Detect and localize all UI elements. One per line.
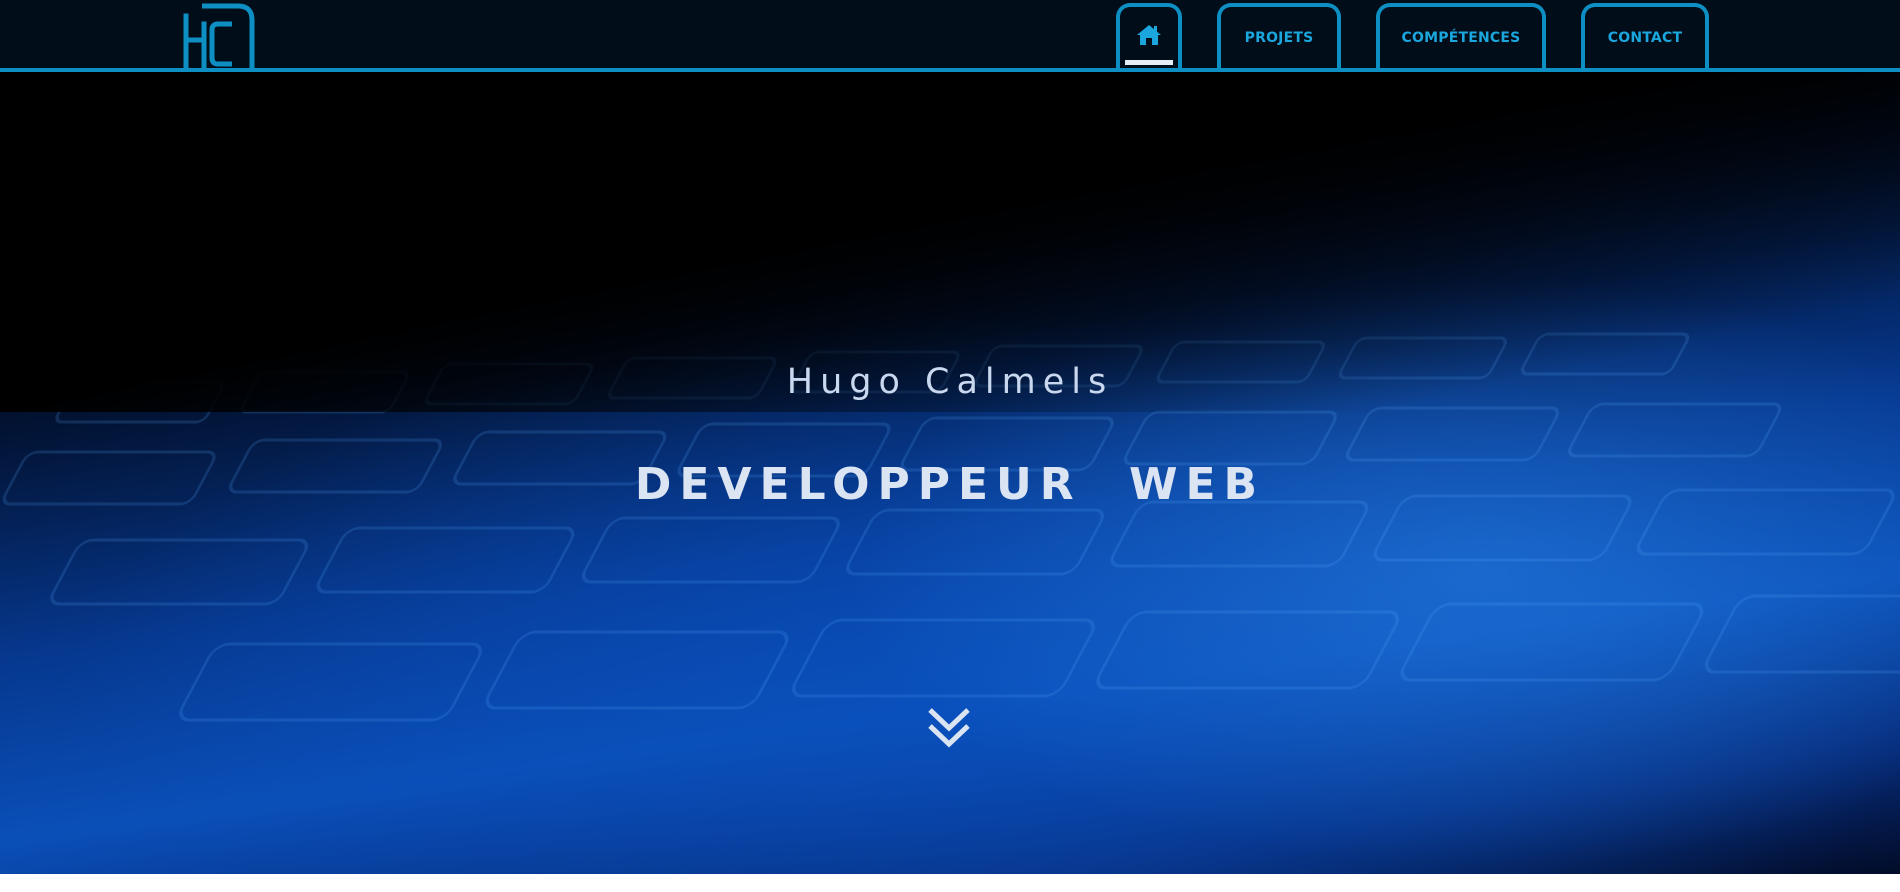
hero-title: DEVELOPPEUR WEB bbox=[634, 459, 1266, 510]
nav-tab-competences[interactable]: COMPÉTENCES bbox=[1376, 3, 1546, 68]
home-icon bbox=[1137, 24, 1161, 45]
nav-tab-contact[interactable]: CONTACT bbox=[1581, 3, 1709, 68]
scroll-down-button[interactable] bbox=[926, 706, 972, 750]
hero-name: Hugo Calmels bbox=[786, 362, 1114, 402]
nav-tab-projets[interactable]: PROJETS bbox=[1217, 3, 1341, 68]
hc-logo-icon bbox=[183, 3, 255, 68]
navbar: PROJETS COMPÉTENCES CONTACT bbox=[0, 0, 1900, 72]
active-tab-indicator bbox=[1125, 60, 1173, 65]
nav-tab-home[interactable] bbox=[1116, 3, 1182, 68]
double-chevron-down-icon bbox=[928, 708, 970, 748]
hero-section: Hugo Calmels DEVELOPPEUR WEB bbox=[0, 72, 1900, 874]
hero-dark-overlay bbox=[0, 72, 1900, 412]
site-logo[interactable] bbox=[180, 2, 258, 68]
